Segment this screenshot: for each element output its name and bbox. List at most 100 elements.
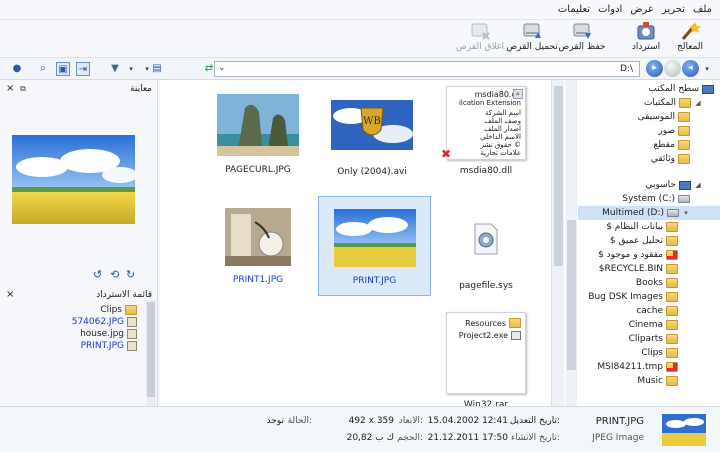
file-name: Only (2004).avi [337, 167, 407, 177]
search-icon[interactable]: ⌕ [36, 62, 50, 76]
filter-dropdown-icon[interactable]: ▾ [124, 62, 138, 76]
folder-icon [666, 306, 678, 316]
size-label: الحجم: [397, 433, 423, 443]
tree-node[interactable]: ◢ المكتبات [644, 96, 720, 110]
tree-node[interactable]: cache [636, 304, 720, 318]
file-item-selected[interactable]: PRINT.JPG [318, 196, 431, 296]
tree-node[interactable]: $RECYCLE.BIN [599, 262, 720, 276]
address-bar-row: ● ⌕ ▣ ⇥ ▼ ▾ ▾ ▤ ⇄ ⌄ D:\ ▸ ◂ ▾ [0, 58, 720, 80]
recovery-header: × قائمة الاسترداد [0, 289, 158, 303]
tree-node[interactable]: $ تحليل عميق [610, 234, 720, 248]
file-item[interactable]: PRINT1.JPG [202, 208, 314, 285]
view-mode-icon[interactable]: ▤ [150, 62, 164, 76]
drive-icon [667, 209, 679, 217]
tree-node[interactable]: ◢ حاسوبي [645, 178, 720, 192]
recovery-item[interactable]: house.jpg [80, 328, 137, 340]
file-item[interactable]: PAGECURL.JPG [202, 94, 314, 175]
tree-node[interactable]: Cinema [629, 318, 720, 332]
dll-info-line: اسم الشركة [485, 109, 521, 117]
up-icon[interactable] [664, 60, 681, 77]
expand-arrow-icon[interactable]: ◢ [694, 99, 702, 107]
preview-title: معاينة [130, 84, 152, 94]
status-thumbnail [662, 414, 706, 446]
menu-edit[interactable]: تحرير [662, 4, 685, 15]
menu-help[interactable]: تعليمات [558, 4, 590, 15]
menu-view[interactable]: عرض [630, 4, 654, 15]
recovery-item[interactable]: PRINT.JPG [81, 340, 137, 352]
tree-node-label: Bug DSK Images [588, 292, 663, 302]
tree-scrollbar[interactable] [566, 80, 577, 406]
dll-info-line: وصف الملف [484, 117, 521, 125]
magnifier-icon: ⌕ [513, 89, 523, 99]
folder-icon [666, 278, 678, 288]
recover-button[interactable]: استرداد [616, 21, 676, 57]
tree-node[interactable]: Music [637, 374, 720, 388]
close-recovery-icon[interactable]: × [6, 289, 14, 300]
rotate-left-icon[interactable]: ↺ [93, 268, 102, 281]
file-item[interactable]: Resources Project2.exe Win32.rar [430, 312, 542, 410]
recovery-item-label: PRINT.JPG [80, 341, 124, 351]
file-view-scrollbar[interactable] [551, 80, 564, 406]
forward-icon[interactable]: ▸ [646, 60, 663, 77]
rotate-right-icon[interactable]: ↻ [126, 268, 135, 281]
load-disk-button[interactable]: تحميل القرص [502, 21, 562, 57]
folder-icon [678, 112, 690, 122]
menu-tools[interactable]: ادوات [598, 4, 622, 15]
tree-node[interactable]: سطح المكتب [648, 82, 720, 96]
address-input[interactable]: ⌄ D:\ [214, 61, 640, 77]
modified-label: تاريخ التعديل: [509, 416, 560, 426]
recovery-item[interactable]: Clips [100, 304, 137, 316]
file-item[interactable]: WB Only (2004).avi [316, 100, 428, 177]
tree-node-label: سطح المكتب [648, 84, 699, 94]
svg-text:WB: WB [363, 116, 381, 127]
deleted-icon: ✖ [441, 147, 452, 161]
rar-item: Project2.exe [458, 331, 508, 340]
tree-node-label: $ مفقود و موجود [598, 250, 663, 260]
tree-node[interactable]: System (C:) [622, 192, 720, 206]
folder-tree: سطح المكتب ◢ المكتبات الموسيقى صور مقطع وثائقي… [566, 80, 720, 406]
dims-label: الابعاد: [398, 416, 423, 426]
tree-node[interactable]: Books [636, 276, 720, 290]
file-item[interactable]: pagefile.sys [430, 222, 542, 291]
tree-node[interactable]: Clips [641, 346, 720, 360]
tree-node[interactable]: وثائقي [651, 152, 720, 166]
history-dropdown-icon[interactable]: ▾ [700, 62, 714, 76]
file-item[interactable]: msdia80.dll ilcation Extension اسم الشرك… [430, 86, 542, 176]
pagecurl-thumbnail [217, 94, 299, 156]
tree-node-label: cache [636, 306, 663, 316]
info-icon[interactable]: ● [10, 62, 24, 76]
pin-icon[interactable]: ⧉ [20, 84, 26, 94]
folder-icon [666, 376, 678, 386]
folder-icon [666, 334, 678, 344]
tree-node-label: $ بيانات النظام [606, 222, 663, 232]
tree-node[interactable]: $ بيانات النظام [606, 220, 720, 234]
flip-icon[interactable]: ⟲ [110, 268, 119, 281]
close-preview-icon[interactable]: × [6, 83, 14, 94]
preview-image [12, 135, 135, 224]
filter-icon[interactable]: ▼ [108, 62, 122, 76]
recovery-scrollbar[interactable] [146, 300, 156, 406]
address-path: D:\ [620, 64, 633, 74]
expand-arrow-icon[interactable]: ◢ [694, 181, 702, 189]
expand-arrow-icon[interactable]: ▾ [682, 209, 690, 217]
tree-node[interactable]: Cliparts [629, 332, 720, 346]
tree-node[interactable]: ▾ Multimed (D:) [578, 206, 720, 220]
menu-file[interactable]: ملف [693, 4, 712, 15]
state-value: توجد [266, 416, 284, 426]
tree-node[interactable]: الموسيقى [638, 110, 720, 124]
image-file-icon [127, 329, 137, 339]
tree-node[interactable]: MSI84211.tmp [597, 360, 720, 374]
tree-node[interactable]: صور [658, 124, 720, 138]
save-view-icon[interactable]: ▣ [56, 62, 70, 76]
tree-node[interactable]: مقطع [653, 138, 720, 152]
close-disk-button[interactable]: اغلاق القرص [450, 21, 510, 57]
back-icon[interactable]: ◂ [682, 60, 699, 77]
recovery-item[interactable]: 574062.JPG [72, 316, 137, 328]
address-dropdown-icon[interactable]: ⌄ [218, 63, 226, 73]
tree-node-label: System (C:) [622, 194, 675, 204]
panel-view-icon[interactable]: ⇥ [76, 62, 90, 76]
tree-node[interactable]: $ مفقود و موجود [598, 248, 720, 262]
tree-node[interactable]: Bug DSK Images [588, 290, 720, 304]
video-thumbnail: WB [331, 100, 413, 150]
dll-info-line: الاسم الداخلي [480, 133, 521, 141]
